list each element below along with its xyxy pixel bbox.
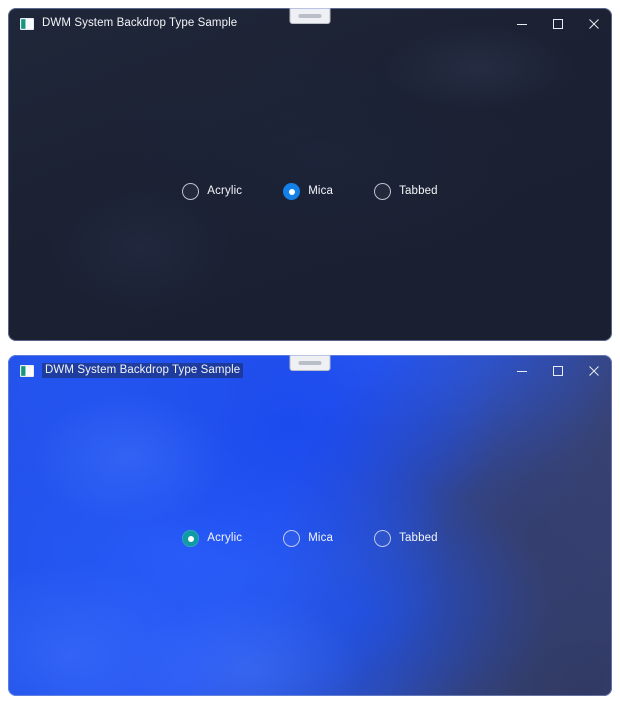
minimize-button[interactable] [504, 8, 540, 39]
radio-option-tabbed[interactable]: Tabbed [374, 183, 438, 200]
window-controls [504, 8, 612, 39]
backdrop-type-radio-group[interactable]: Acrylic Mica Tabbed [8, 183, 612, 200]
window-title: DWM System Backdrop Type Sample [42, 16, 238, 29]
radio-option-tabbed[interactable]: Tabbed [374, 530, 438, 547]
screenshot-root: DWM System Backdrop Type Sample Acrylic … [0, 0, 620, 704]
radio-label: Acrylic [207, 531, 243, 544]
title-bar[interactable]: DWM System Backdrop Type Sample [8, 355, 612, 386]
radio-option-mica[interactable]: Mica [283, 530, 333, 547]
mica-window[interactable]: DWM System Backdrop Type Sample Acrylic … [8, 8, 612, 341]
radio-label: Tabbed [399, 184, 438, 197]
title-bar-left: DWM System Backdrop Type Sample [8, 8, 237, 39]
client-area: Acrylic Mica Tabbed [8, 39, 612, 341]
maximize-icon [553, 18, 563, 29]
snap-layout-drag-pill[interactable] [289, 8, 331, 24]
title-bar-left: DWM System Backdrop Type Sample [8, 355, 244, 386]
radio-label: Tabbed [399, 531, 438, 544]
snap-layout-drag-pill[interactable] [289, 355, 331, 371]
radio-label: Acrylic [207, 184, 243, 197]
radio-mark-selected-icon[interactable] [182, 530, 200, 547]
app-icon [20, 364, 34, 377]
acrylic-window[interactable]: DWM System Backdrop Type Sample Acrylic … [8, 355, 612, 696]
title-bar[interactable]: DWM System Backdrop Type Sample [8, 8, 612, 39]
close-button[interactable] [576, 355, 612, 386]
maximize-button[interactable] [540, 8, 576, 39]
radio-mark-selected-icon[interactable] [283, 183, 301, 200]
radio-dot [288, 188, 295, 195]
radio-option-acrylic[interactable]: Acrylic [182, 530, 242, 547]
minimize-button[interactable] [504, 355, 540, 386]
minimize-icon [517, 23, 527, 25]
close-button[interactable] [576, 8, 612, 39]
window-controls [504, 355, 612, 386]
radio-option-mica[interactable]: Mica [283, 183, 333, 200]
maximize-icon [553, 365, 563, 376]
client-area: Acrylic Mica Tabbed [8, 386, 612, 696]
close-icon [589, 365, 599, 376]
radio-option-acrylic[interactable]: Acrylic [182, 183, 242, 200]
radio-mark-unselected-icon[interactable] [283, 530, 301, 547]
radio-mark-unselected-icon[interactable] [374, 530, 392, 547]
radio-label: Mica [308, 531, 334, 544]
close-icon [589, 18, 599, 29]
window-title: DWM System Backdrop Type Sample [42, 362, 244, 379]
minimize-icon [517, 370, 527, 372]
radio-mark-unselected-icon[interactable] [182, 183, 200, 200]
radio-dot [187, 535, 194, 542]
radio-mark-unselected-icon[interactable] [374, 183, 392, 200]
radio-label: Mica [308, 184, 334, 197]
maximize-button[interactable] [540, 355, 576, 386]
app-icon [20, 17, 34, 30]
backdrop-type-radio-group[interactable]: Acrylic Mica Tabbed [8, 530, 612, 547]
snap-layout-drag-bar [298, 360, 322, 365]
snap-layout-drag-bar [298, 13, 322, 18]
